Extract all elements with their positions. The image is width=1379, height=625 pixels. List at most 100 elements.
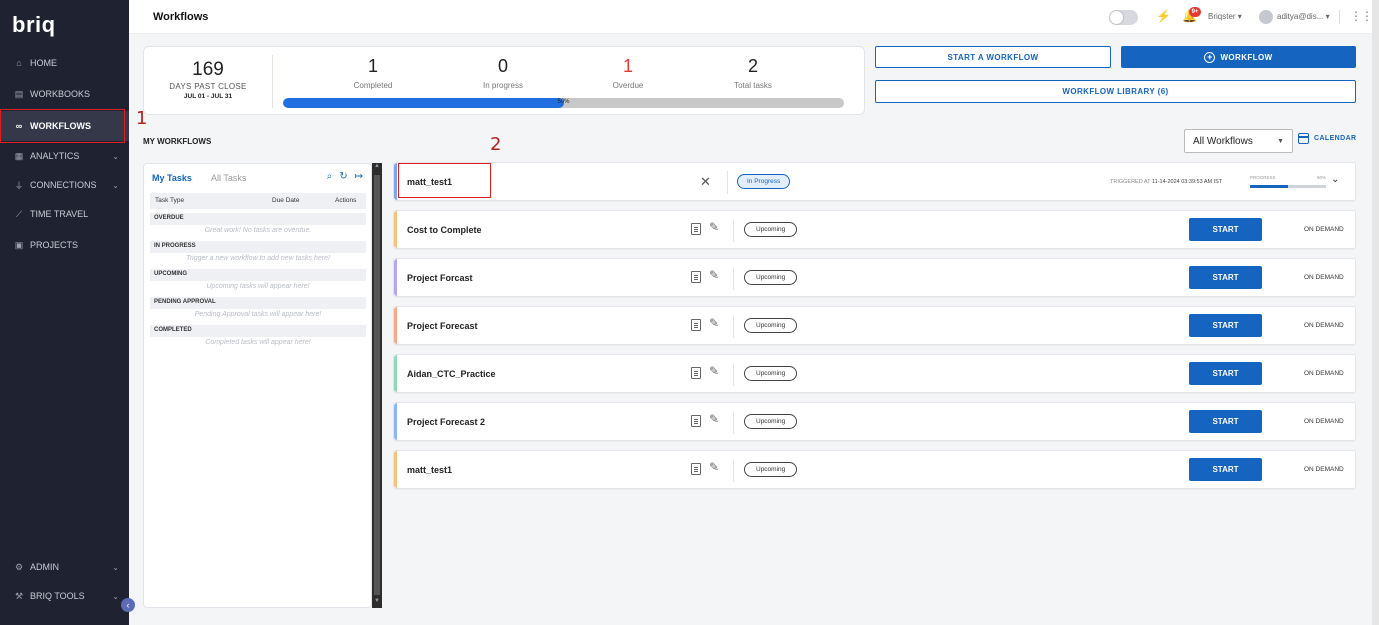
- workflow-row[interactable]: Project Forcast ✎ Upcoming START ON DEMAND: [393, 258, 1356, 297]
- workflow-row[interactable]: Project Forecast ✎ Upcoming START ON DEMAND: [393, 306, 1356, 345]
- workflow-name[interactable]: Cost to Complete: [407, 225, 482, 235]
- sidebar-item-connections[interactable]: ⏚ CONNECTIONS ⌄: [0, 170, 129, 200]
- annotation-marker-2: 2: [490, 134, 502, 155]
- workflow-filter-select[interactable]: All Workflows ▼: [1184, 129, 1293, 153]
- pencil-icon[interactable]: ✎: [709, 460, 719, 474]
- sidebar-item-label: PROJECTS: [30, 240, 79, 250]
- sidebar-item-label: TIME TRAVEL: [30, 209, 89, 219]
- task-table-header: Task Type Due Date Actions: [150, 193, 366, 209]
- sidebar-item-analytics[interactable]: ▦ ANALYTICS ⌄: [0, 141, 129, 171]
- start-button[interactable]: START: [1189, 410, 1262, 433]
- search-icon[interactable]: ⌕: [327, 171, 333, 182]
- workflow-name[interactable]: matt_test1: [407, 465, 452, 475]
- start-button[interactable]: START: [1189, 266, 1262, 289]
- progress-percent: 50%: [1317, 175, 1327, 180]
- status-badge: Upcoming: [744, 414, 798, 429]
- pencil-icon[interactable]: ✎: [709, 220, 719, 234]
- document-icon[interactable]: [691, 415, 701, 427]
- user-menu[interactable]: aditya@dis... ▾: [1277, 12, 1330, 21]
- stat-label: In progress: [482, 81, 524, 90]
- workflow-name[interactable]: Project Forecast: [407, 321, 478, 331]
- page-scrollbar[interactable]: [1372, 0, 1379, 625]
- notification-badge: 9+: [1189, 7, 1201, 17]
- chevron-left-icon: ‹: [126, 600, 130, 610]
- frequency-label: ON DEMAND: [1304, 466, 1344, 473]
- tab-my-tasks[interactable]: My Tasks: [152, 173, 192, 183]
- frequency-label: ON DEMAND: [1304, 370, 1344, 377]
- filter-value: All Workflows: [1193, 135, 1253, 147]
- sidebar-collapse-button[interactable]: ‹: [121, 598, 135, 612]
- workflow-name[interactable]: Project Forcast: [407, 273, 473, 283]
- triggered-at: TRIGGERED AT 11-14-2024 03:39:53 AM IST: [1110, 179, 1222, 185]
- chevron-down-icon: ▾: [1237, 12, 1242, 21]
- triggered-timestamp: 11-14-2024 03:39:53 AM IST: [1151, 179, 1223, 185]
- frequency-label: ON DEMAND: [1304, 418, 1344, 425]
- status-badge: Upcoming: [744, 270, 798, 285]
- refresh-icon[interactable]: ↻: [339, 171, 347, 182]
- sidebar-item-briq-tools[interactable]: ⚒ BRIQ TOOLS ⌄: [0, 581, 129, 611]
- overall-progress-bar: 50%: [283, 98, 844, 108]
- status-badge: Upcoming: [744, 366, 798, 381]
- avatar[interactable]: [1259, 10, 1273, 24]
- sidebar-item-label: WORKBOOKS: [30, 89, 91, 99]
- progress-fill: [1250, 185, 1288, 188]
- pencil-icon[interactable]: ✎: [709, 364, 719, 378]
- sidebar-item-home[interactable]: ⌂ HOME: [0, 48, 129, 78]
- highlight-box-workflow-name: [398, 163, 491, 198]
- pencil-icon[interactable]: ✎: [709, 412, 719, 426]
- workflow-row-active[interactable]: matt_test1 ✕ In Progress TRIGGERED AT 11…: [393, 162, 1356, 201]
- expand-panel-icon[interactable]: ↦: [355, 171, 363, 182]
- home-icon: ⌂: [16, 58, 22, 68]
- workflow-row[interactable]: Cost to Complete ✎ Upcoming START ON DEMAND: [393, 210, 1356, 249]
- status-badge: In Progress: [737, 174, 791, 189]
- task-section-pending-approval: PENDING APPROVAL: [150, 297, 366, 309]
- progress-text: 50%: [557, 99, 570, 105]
- document-icon[interactable]: [691, 367, 701, 379]
- tasks-scrollbar[interactable]: ▲ ▼: [372, 163, 382, 608]
- stat-label: Completed: [353, 81, 393, 90]
- col-due-date: Due Date: [272, 197, 300, 204]
- document-icon[interactable]: [691, 463, 701, 475]
- close-icon[interactable]: ✕: [700, 174, 711, 190]
- start-button[interactable]: START: [1189, 362, 1262, 385]
- sidebar-item-admin[interactable]: ⚙ ADMIN ⌄: [0, 552, 129, 582]
- chevron-down-icon[interactable]: ⌄: [1331, 174, 1339, 185]
- scroll-thumb[interactable]: [374, 175, 380, 595]
- start-button[interactable]: START: [1189, 458, 1262, 481]
- workflow-library-button[interactable]: WORKFLOW LIBRARY (6): [875, 80, 1356, 103]
- workflow-row[interactable]: matt_test1 ✎ Upcoming START ON DEMAND: [393, 450, 1356, 489]
- sidebar-item-workbooks[interactable]: ▤ WORKBOOKS: [0, 79, 129, 109]
- sidebar: briq ⌂ HOME ▤ WORKBOOKS ∞ WORKFLOWS ▦ AN…: [0, 0, 129, 625]
- start-button[interactable]: START: [1189, 314, 1262, 337]
- tasks-panel: My Tasks All Tasks ⌕ ↻ ↦ Task Type Due D…: [143, 163, 372, 608]
- frequency-label: ON DEMAND: [1304, 226, 1344, 233]
- scroll-down-arrow-icon[interactable]: ▼: [372, 598, 382, 608]
- workflow-row[interactable]: Aidan_CTC_Practice ✎ Upcoming START ON DEMAN…: [393, 354, 1356, 393]
- sidebar-item-projects[interactable]: ▣ PROJECTS: [0, 230, 129, 260]
- sidebar-item-time-travel[interactable]: ⟋ TIME TRAVEL: [0, 199, 129, 229]
- pencil-icon[interactable]: ✎: [709, 316, 719, 330]
- theme-toggle[interactable]: [1109, 10, 1138, 25]
- divider: [733, 315, 734, 338]
- gear-icon: ⚙: [14, 561, 24, 572]
- workflow-name[interactable]: Aidan_CTC_Practice: [407, 369, 496, 379]
- row-accent: [394, 403, 397, 440]
- document-icon[interactable]: [691, 319, 701, 331]
- calendar-button[interactable]: CALENDAR: [1298, 133, 1356, 144]
- org-name: Briqster: [1208, 12, 1236, 21]
- document-icon[interactable]: [691, 223, 701, 235]
- connections-icon: ⏚: [14, 180, 24, 191]
- workflow-row[interactable]: Project Forecast 2 ✎ Upcoming START ON DEMAN…: [393, 402, 1356, 441]
- plug-icon[interactable]: ⚡: [1156, 9, 1171, 23]
- pencil-icon[interactable]: ✎: [709, 268, 719, 282]
- tab-all-tasks[interactable]: All Tasks: [211, 173, 246, 183]
- workflow-name[interactable]: Project Forecast 2: [407, 417, 485, 427]
- start-button[interactable]: START: [1189, 218, 1262, 241]
- start-a-workflow-button[interactable]: START A WORKFLOW: [875, 46, 1111, 68]
- user-name: aditya@dis...: [1277, 12, 1324, 21]
- frequency-label: ON DEMAND: [1304, 274, 1344, 281]
- scroll-up-arrow-icon[interactable]: ▲: [372, 163, 382, 173]
- new-workflow-button[interactable]: + WORKFLOW: [1121, 46, 1356, 68]
- document-icon[interactable]: [691, 271, 701, 283]
- org-selector[interactable]: Briqster ▾: [1208, 12, 1242, 21]
